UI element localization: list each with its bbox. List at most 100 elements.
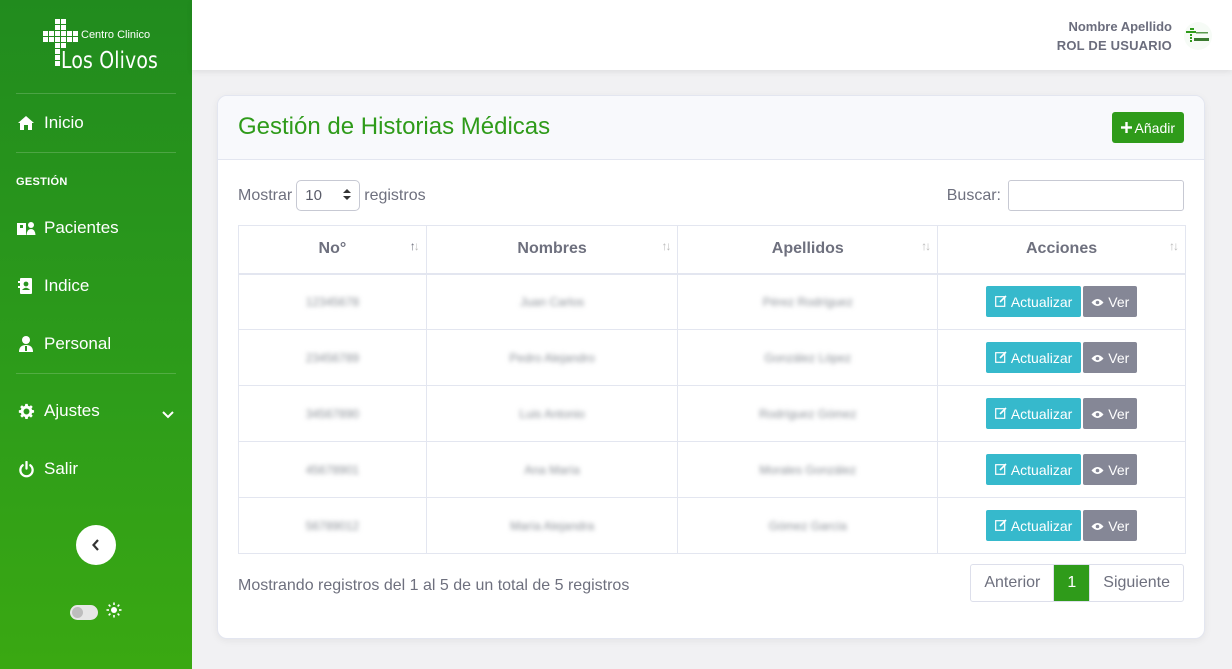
power-icon — [16, 459, 36, 479]
sort-arrows-icon — [343, 187, 352, 204]
view-button[interactable]: Ver — [1083, 286, 1138, 318]
sort-icon: ↑↓ — [921, 239, 931, 253]
cell-no: 23456789 — [238, 329, 427, 386]
table-row: 56789012 María Alejandra Gómez García Ac… — [238, 497, 1186, 554]
show-label: Mostrar — [238, 186, 293, 204]
cell-nombres: Luis Antonio — [425, 385, 679, 442]
column-header-no[interactable]: No° ↑↓ — [238, 225, 427, 275]
view-button[interactable]: Ver — [1083, 398, 1138, 429]
sidebar-item-ajustes[interactable]: Ajustes — [0, 382, 192, 440]
add-button-label: Añadir — [1134, 119, 1175, 136]
update-button[interactable]: Actualizar — [985, 510, 1082, 541]
gear-icon — [16, 401, 36, 421]
cell-acciones: Actualizar Ver — [937, 329, 1186, 386]
home-icon — [16, 113, 36, 133]
page-size-select[interactable]: 10 — [296, 180, 361, 211]
update-button[interactable]: Actualizar — [985, 454, 1082, 485]
column-header-acciones[interactable]: Acciones ↑↓ — [937, 225, 1186, 275]
user-role: ROL DE USUARIO — [1056, 38, 1172, 53]
sidebar-divider — [16, 152, 176, 153]
brand-top-text: Centro Clinico — [81, 28, 151, 41]
edit-icon — [994, 350, 1007, 366]
sidebar-item-label: Personal — [44, 334, 112, 353]
sidebar-item-salir[interactable]: Salir — [0, 440, 192, 498]
edit-icon — [994, 518, 1007, 534]
cell-acciones: Actualizar Ver — [937, 273, 1186, 330]
theme-switch[interactable] — [70, 605, 98, 620]
table-row: 34567890 Luis Antonio Rodríguez Gómez Ac… — [238, 385, 1186, 442]
brand[interactable]: Centro Clinico Los Olivos — [0, 0, 192, 93]
search-input[interactable] — [1008, 180, 1184, 211]
eye-icon — [1091, 406, 1104, 422]
sidebar-heading: GESTIÓN — [16, 176, 68, 188]
clinic-logo-icon — [1186, 28, 1209, 42]
view-button[interactable]: Ver — [1083, 510, 1138, 541]
hospital-users-icon — [16, 218, 36, 238]
update-button[interactable]: Actualizar — [985, 398, 1082, 429]
eye-icon — [1091, 462, 1104, 478]
cell-apellidos: Morales González — [677, 441, 939, 498]
table-header-row: No° ↑↓ Nombres ↑↓ Apellidos ↑↓ Acciones … — [238, 225, 1186, 275]
topbar: Nombre Apellido ROL DE USUARIO — [192, 0, 1232, 70]
sidebar-divider — [16, 373, 176, 374]
eye-icon — [1091, 294, 1104, 310]
brand-main-text: Los Olivos — [61, 47, 159, 74]
sidebar-item-indice[interactable]: Indice — [0, 257, 192, 315]
sidebar-item-label: Salir — [44, 459, 79, 478]
cell-no: 56789012 — [238, 497, 427, 554]
table-info: Mostrando registros del 1 al 5 de un tot… — [238, 577, 630, 594]
cell-nombres: Ana María — [425, 441, 679, 498]
add-button[interactable]: Añadir — [1111, 112, 1184, 143]
cell-acciones: Actualizar Ver — [937, 497, 1186, 554]
view-button[interactable]: Ver — [1083, 454, 1138, 485]
user-doctor-icon — [16, 334, 36, 354]
pagination-page[interactable]: 1 — [1053, 565, 1090, 601]
user-info[interactable]: Nombre Apellido ROL DE USUARIO — [1057, 17, 1172, 55]
pagination-next[interactable]: Siguiente — [1089, 565, 1183, 601]
table-row: 12345678 Juan Carlos Pérez Rodríguez Act… — [238, 273, 1186, 330]
records-table: No° ↑↓ Nombres ↑↓ Apellidos ↑↓ Acciones … — [238, 225, 1186, 554]
view-button[interactable]: Ver — [1083, 342, 1138, 373]
plus-icon — [1120, 120, 1132, 136]
eye-icon — [1091, 518, 1104, 534]
records-card: Gestión de Historias Médicas Añadir Most… — [217, 95, 1205, 639]
records-label: registros — [364, 186, 426, 204]
sidebar-item-label: Ajustes — [44, 401, 100, 420]
sidebar-item-pacientes[interactable]: Pacientes — [0, 199, 192, 257]
sidebar-item-personal[interactable]: Personal — [0, 315, 192, 373]
edit-icon — [994, 462, 1007, 478]
sidebar-item-inicio[interactable]: Inicio — [0, 94, 192, 152]
cell-apellidos: González López — [677, 329, 939, 386]
column-header-apellidos[interactable]: Apellidos ↑↓ — [677, 225, 939, 275]
avatar[interactable] — [1184, 22, 1212, 50]
update-button[interactable]: Actualizar — [985, 286, 1082, 318]
edit-icon — [994, 406, 1007, 422]
eye-icon — [1091, 350, 1104, 366]
table-row: 45678901 Ana María Morales González Actu… — [238, 441, 1186, 498]
cell-no: 12345678 — [238, 273, 427, 330]
cell-apellidos: Pérez Rodríguez — [677, 273, 939, 330]
table-row: 23456789 Pedro Alejandro González López … — [238, 329, 1186, 386]
sidebar-collapse-button[interactable] — [76, 525, 116, 565]
update-button[interactable]: Actualizar — [985, 342, 1082, 373]
pagination: Anterior 1 Siguiente — [970, 564, 1184, 602]
column-header-nombres[interactable]: Nombres ↑↓ — [425, 225, 679, 275]
sun-icon — [106, 602, 122, 623]
sort-icon: ↑↓ — [661, 239, 671, 253]
table-controls: Mostrar 10 registros Buscar: — [238, 180, 1184, 212]
clinic-logo[interactable]: Centro Clinico Los Olivos — [41, 17, 158, 77]
chevron-down-icon — [162, 404, 174, 424]
cell-nombres: María Alejandra — [425, 497, 679, 554]
pagination-prev[interactable]: Anterior — [971, 565, 1053, 601]
edit-icon — [994, 294, 1007, 310]
search-control: Buscar: — [947, 180, 1184, 211]
sidebar-item-label: Pacientes — [44, 218, 119, 237]
sort-icon: ↑↓ — [1169, 239, 1179, 253]
cell-acciones: Actualizar Ver — [937, 441, 1186, 498]
chevron-left-icon — [92, 539, 99, 551]
sort-asc-icon: ↑↓ — [409, 239, 420, 253]
address-book-icon — [16, 276, 36, 296]
cell-apellidos: Rodríguez Gómez — [677, 385, 939, 442]
sidebar-item-label: Inicio — [44, 113, 84, 132]
card-header: Gestión de Historias Médicas Añadir — [218, 96, 1204, 160]
